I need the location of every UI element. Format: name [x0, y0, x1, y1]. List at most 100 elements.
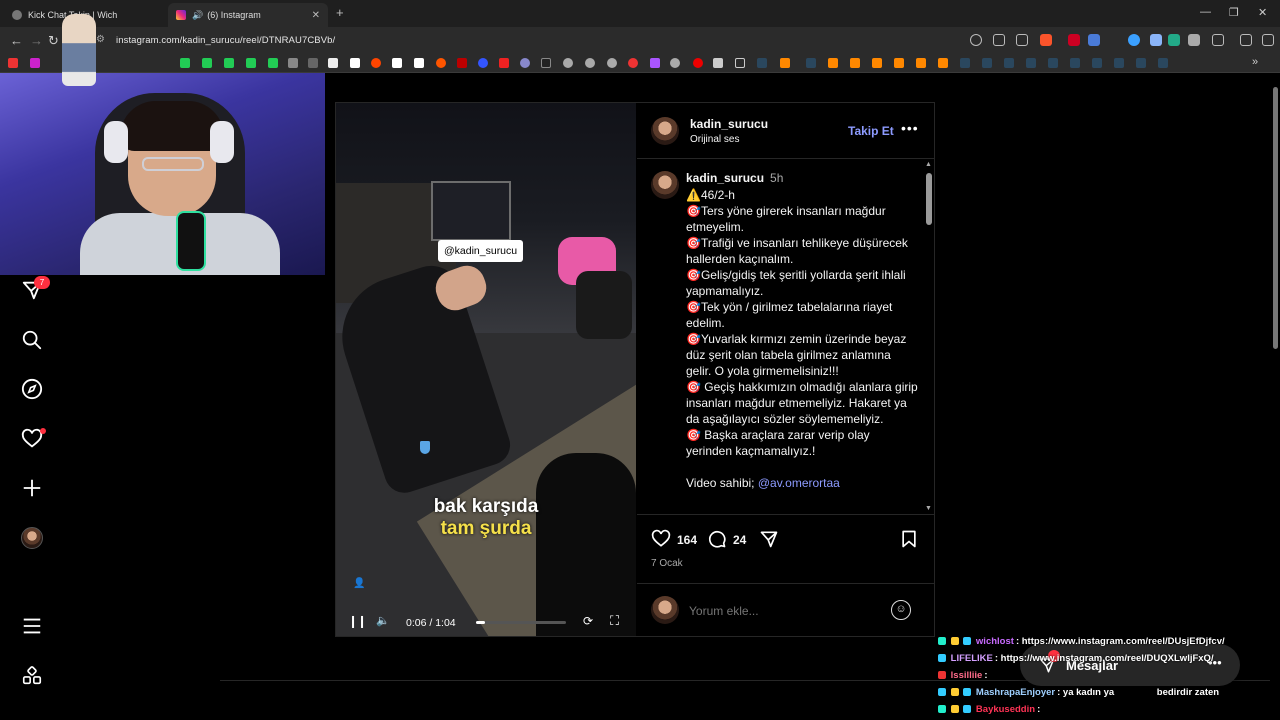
steam-icon[interactable]	[806, 58, 816, 68]
steam-icon[interactable]	[1092, 58, 1102, 68]
hamburger-menu-icon[interactable]	[20, 614, 44, 638]
bookmark-icon[interactable]	[670, 58, 680, 68]
like-heart-icon[interactable]	[651, 529, 671, 554]
bookmark-icon[interactable]	[8, 58, 18, 68]
scroll-up-arrow[interactable]: ▲	[925, 161, 932, 168]
explore-compass-icon[interactable]	[20, 377, 44, 401]
bookmark-icon[interactable]	[180, 58, 190, 68]
audio-label[interactable]: Orijinal ses	[690, 134, 739, 145]
media-icon[interactable]	[1240, 34, 1252, 46]
bookmark-icon[interactable]	[268, 58, 278, 68]
minimize-icon[interactable]: —	[1200, 6, 1211, 18]
comment-input[interactable]	[689, 602, 879, 620]
page-scrollbar-thumb[interactable]	[1273, 87, 1278, 349]
bookmark-icon[interactable]	[224, 58, 234, 68]
bookmark-icon[interactable]	[541, 58, 551, 68]
author-username[interactable]: kadin_surucu	[690, 117, 768, 131]
bookmark-icon[interactable]	[916, 58, 926, 68]
fullscreen-icon[interactable]: ⛶	[610, 613, 619, 629]
caption-avatar[interactable]	[651, 171, 679, 199]
site-settings-icon[interactable]: ⚙	[96, 34, 105, 45]
extension-icon[interactable]	[1188, 34, 1200, 46]
comment-count[interactable]: 24	[733, 533, 746, 547]
steam-icon[interactable]	[1158, 58, 1168, 68]
bookmark-icon[interactable]	[650, 58, 660, 68]
bookmark-icon[interactable]	[938, 58, 948, 68]
zoom-icon[interactable]	[970, 34, 982, 46]
bookmark-icon[interactable]	[520, 58, 530, 68]
share-send-icon[interactable]	[759, 529, 779, 554]
bookmark-icon[interactable]	[30, 58, 40, 68]
restore-icon[interactable]: ❐	[1229, 6, 1239, 19]
bookmark-icon[interactable]	[828, 58, 838, 68]
bookmark-icon[interactable]	[693, 58, 703, 68]
pause-icon[interactable]: ❙❙	[348, 614, 367, 628]
apps-grid-icon[interactable]	[20, 664, 44, 688]
close-tab-icon[interactable]: ✕	[312, 10, 320, 21]
caption-scrollbar[interactable]: ▲ ▼	[925, 161, 933, 513]
bookmark-icon[interactable]	[563, 58, 573, 68]
author-avatar[interactable]	[651, 117, 679, 145]
bookmark-icon[interactable]	[457, 58, 467, 68]
url-field[interactable]: instagram.com/kadin_surucu/reel/DTNRAU7C…	[116, 35, 335, 46]
save-bookmark-icon[interactable]	[899, 529, 919, 554]
steam-icon[interactable]	[1114, 58, 1124, 68]
bookmark-icon[interactable]	[894, 58, 904, 68]
steam-icon[interactable]	[1004, 58, 1014, 68]
playback-speed-icon[interactable]: ⟳	[583, 614, 593, 628]
more-options-icon[interactable]: •••	[901, 120, 919, 136]
scrollbar-thumb[interactable]	[926, 173, 932, 225]
bookmark-icon[interactable]	[872, 58, 882, 68]
extension-icon[interactable]	[1128, 34, 1140, 46]
profile-avatar[interactable]	[20, 526, 44, 550]
forward-icon[interactable]: →	[30, 33, 43, 48]
x-icon[interactable]	[328, 58, 338, 68]
bookmark-icon[interactable]	[202, 58, 212, 68]
bookmark-icon[interactable]	[288, 58, 298, 68]
create-plus-icon[interactable]	[20, 476, 44, 500]
amazon-icon[interactable]	[414, 58, 424, 68]
bookmark-icon[interactable]	[392, 58, 402, 68]
bookmark-icon[interactable]	[628, 58, 638, 68]
scroll-down-arrow[interactable]: ▼	[925, 505, 932, 512]
steam-icon[interactable]	[982, 58, 992, 68]
extension-icon[interactable]	[1150, 34, 1162, 46]
steam-icon[interactable]	[1048, 58, 1058, 68]
bookmark-icon[interactable]	[850, 58, 860, 68]
steam-icon[interactable]	[1070, 58, 1080, 68]
folder-icon[interactable]	[735, 58, 745, 68]
bookmark-icon[interactable]	[713, 58, 723, 68]
reel-video[interactable]	[336, 103, 636, 636]
bookmark-icon[interactable]	[607, 58, 617, 68]
page-scrollbar[interactable]	[1271, 75, 1279, 720]
like-count[interactable]: 164	[677, 533, 697, 547]
new-tab-button[interactable]: +	[336, 5, 344, 20]
back-icon[interactable]: ←	[10, 33, 23, 48]
bookmark-icon[interactable]	[308, 58, 318, 68]
cast-icon[interactable]	[993, 34, 1005, 46]
tagged-people-icon[interactable]: 👤	[353, 578, 365, 589]
volume-icon[interactable]: 🔈	[376, 614, 390, 627]
extension-icon[interactable]	[1088, 34, 1100, 46]
emoji-icon[interactable]: ☺	[891, 600, 911, 620]
extension-icon[interactable]	[1168, 34, 1180, 46]
search-icon[interactable]	[20, 328, 44, 352]
bookmark-icon[interactable]	[585, 58, 595, 68]
brave-shield-icon[interactable]	[1040, 34, 1052, 46]
bookmark-icon[interactable]	[436, 58, 446, 68]
share-icon[interactable]	[1016, 34, 1028, 46]
steam-icon[interactable]	[1136, 58, 1146, 68]
credit-link[interactable]: @av.omerortaa	[758, 476, 840, 490]
bookmark-icon[interactable]	[246, 58, 256, 68]
menu-icon[interactable]	[1262, 34, 1274, 46]
bookmark-icon[interactable]	[499, 58, 509, 68]
follow-button[interactable]: Takip Et	[848, 124, 894, 138]
steam-icon[interactable]	[757, 58, 767, 68]
more-bookmarks-icon[interactable]: »	[1252, 56, 1258, 68]
comment-icon[interactable]	[707, 529, 727, 554]
close-window-icon[interactable]: ✕	[1258, 6, 1267, 19]
reload-icon[interactable]: ↻	[48, 33, 59, 49]
extensions-puzzle-icon[interactable]	[1212, 34, 1224, 46]
mention-tag[interactable]: @kadin_surucu	[438, 240, 524, 262]
video-progress-bar[interactable]	[476, 621, 566, 624]
